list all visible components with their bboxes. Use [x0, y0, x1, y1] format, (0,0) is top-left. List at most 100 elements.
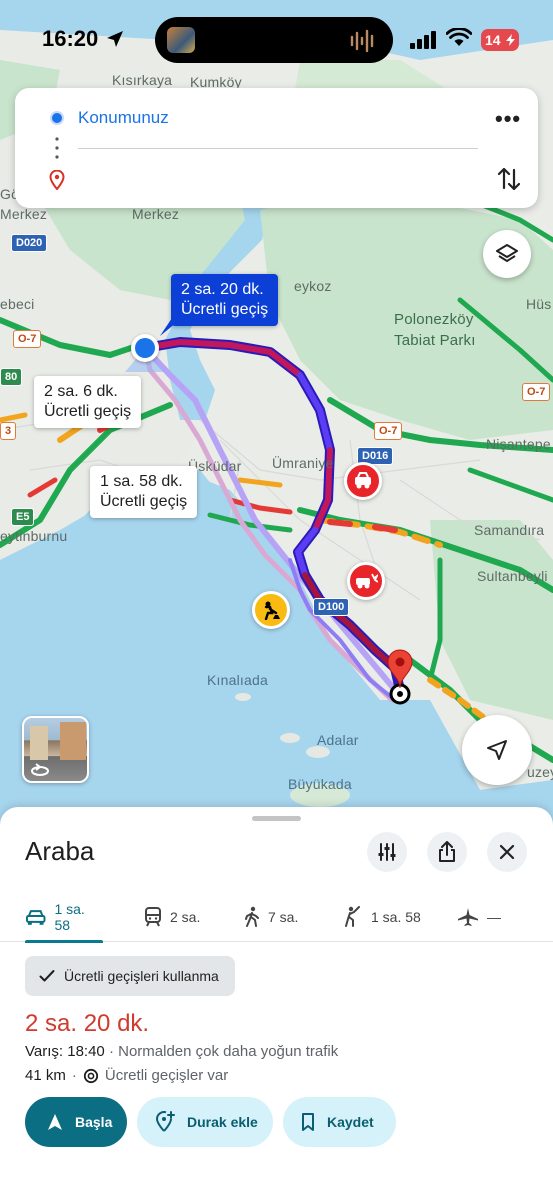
field-divider [78, 148, 478, 149]
tab-rideshare[interactable]: 1 sa. 58 [343, 892, 421, 942]
car-icon [25, 910, 46, 925]
place-label: Nişantepe [486, 436, 551, 452]
destination-field[interactable] [78, 166, 478, 192]
active-tab-indicator [25, 940, 103, 943]
route-callout-note: Ücretli geçiş [100, 493, 188, 510]
tab-label: 1 sa. 58 [54, 901, 85, 933]
route-options-button[interactable] [367, 832, 407, 872]
status-time: 16:20 [42, 26, 99, 51]
place-label: Merkez [132, 206, 180, 222]
route-callout-time: 1 sa. 58 dk. [100, 473, 183, 490]
tab-label: — [487, 909, 501, 925]
swap-direction-icon[interactable] [498, 166, 520, 192]
tab-driving[interactable]: 1 sa. 58 [25, 892, 103, 943]
add-stop-label: Durak ekle [187, 1114, 258, 1130]
close-icon [499, 844, 515, 860]
tab-walking[interactable]: 7 sa. [244, 892, 298, 942]
start-button[interactable]: Başla [25, 1097, 127, 1147]
island-label: Adalar [317, 732, 359, 748]
dynamic-island[interactable] [155, 17, 393, 63]
destination-pin-icon [49, 170, 65, 190]
directions-sheet: Araba 1 sa. 58 2 sa. 7 sa. 1 sa. 58 — Üc… [0, 807, 553, 1200]
origin-dot-icon [50, 111, 64, 125]
traffic-status: Normalden çok daha yoğun trafik [118, 1043, 339, 1060]
route-connector-dots [55, 137, 59, 159]
arrival-time: Varış: 18:40 [25, 1043, 105, 1060]
route-callout-time: 2 sa. 6 dk. [44, 383, 118, 400]
share-button[interactable] [427, 832, 467, 872]
cellular-signal-icon [410, 31, 436, 49]
route-callout-selected[interactable]: 2 sa. 20 dk. Ücretli geçiş [171, 274, 279, 326]
route-duration: 2 sa. 20 dk. [25, 1010, 150, 1037]
park-label: Tabiat Parkı [394, 332, 476, 349]
tab-label: 7 sa. [268, 909, 299, 925]
crash-icon[interactable] [347, 562, 385, 600]
layers-icon [496, 244, 518, 262]
train-icon [145, 907, 161, 927]
arrival-info: Varış: 18:40 · Normalden çok daha yoğun … [25, 1043, 339, 1060]
place-label: eytinburnu [0, 528, 68, 544]
park-label: Polonezköy [394, 311, 474, 328]
route-callout-time: 2 sa. 20 dk. [181, 281, 264, 298]
save-button[interactable]: Kaydet [283, 1097, 396, 1147]
road-shield: O-7 [522, 383, 551, 401]
route-distance: 41 km [25, 1067, 66, 1084]
bookmark-icon [302, 1113, 314, 1131]
route-callout-note: Ücretli geçiş [44, 403, 132, 420]
place-label: Sultanbeyli [477, 568, 548, 584]
checkmark-icon [39, 970, 55, 982]
callout-pointer [160, 318, 182, 336]
road-shield: 3 [0, 422, 17, 440]
route-callout-alt[interactable]: 1 sa. 58 dk. Ücretli geçiş [90, 466, 198, 518]
route-callout-note: Ücretli geçiş [181, 301, 269, 318]
place-label: Samandıra [474, 522, 545, 538]
sliders-icon [378, 843, 396, 861]
accident-icon[interactable] [344, 462, 382, 500]
road-shield: D100 [313, 598, 350, 616]
toll-icon [83, 1068, 98, 1083]
location-services-icon [107, 31, 123, 47]
place-label: Hüs [526, 296, 552, 312]
layers-button[interactable] [483, 230, 531, 278]
place-label: eykoz [294, 278, 332, 294]
place-label: ebeci [0, 296, 35, 312]
tab-flight[interactable]: — [457, 892, 501, 942]
toll-info: Ücretli geçişler var [104, 1067, 229, 1084]
avoid-tolls-chip[interactable]: Ücretli geçişleri kullanma [25, 956, 235, 996]
start-label: Başla [75, 1114, 113, 1130]
sheet-drag-handle[interactable] [252, 816, 301, 821]
charging-bolt-icon [506, 34, 515, 46]
battery-level: 14 [485, 32, 501, 48]
route-callout-alt[interactable]: 2 sa. 6 dk. Ücretli geçiş [34, 376, 142, 428]
navigation-start-icon [48, 1114, 62, 1130]
street-view-thumbnail[interactable] [22, 716, 89, 783]
avoid-tolls-label: Ücretli geçişleri kullanma [64, 968, 219, 984]
road-shield: O-7 [13, 330, 42, 348]
save-label: Kaydet [327, 1114, 374, 1130]
directions-card: Konumunuz ••• [15, 88, 538, 208]
origin-field[interactable]: Konumunuz [78, 108, 169, 128]
origin-marker [131, 334, 159, 362]
wifi-icon [446, 28, 472, 46]
add-stop-icon [155, 1111, 175, 1132]
navigation-arrow-icon [487, 740, 507, 760]
close-button[interactable] [487, 832, 527, 872]
sheet-title: Araba [25, 836, 95, 866]
tab-label: 2 sa. [170, 909, 201, 925]
island-label: Kınalıada [207, 672, 268, 688]
now-playing-artwork [167, 27, 195, 53]
travel-mode-tabs: 1 sa. 58 2 sa. 7 sa. 1 sa. 58 — [0, 892, 553, 943]
add-stop-button[interactable]: Durak ekle [137, 1097, 273, 1147]
walk-icon [245, 906, 259, 927]
status-bar: 16:20 14 [0, 0, 553, 80]
more-options-icon[interactable]: ••• [495, 106, 521, 132]
road-shield: 80 [0, 368, 23, 386]
road-shield: E5 [11, 508, 35, 526]
tab-label: 1 sa. 58 [371, 909, 421, 925]
tab-transit[interactable]: 2 sa. [144, 892, 200, 942]
roadwork-icon[interactable] [252, 591, 290, 629]
recenter-button[interactable] [462, 715, 532, 785]
place-label: Merkez [0, 206, 48, 222]
battery-indicator: 14 [481, 29, 519, 51]
road-shield: D020 [11, 234, 48, 252]
